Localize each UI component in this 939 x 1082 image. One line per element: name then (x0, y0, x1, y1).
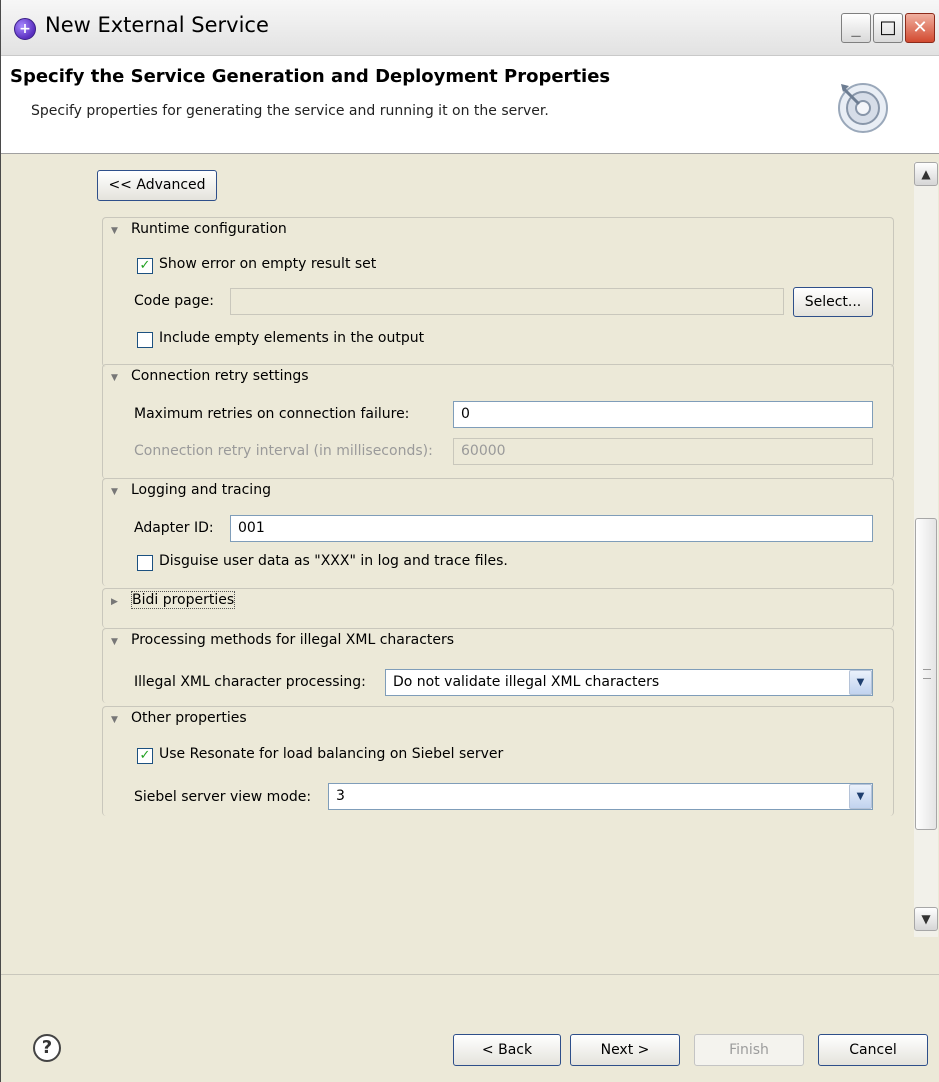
collapse-arrow-icon: ▼ (111, 637, 118, 647)
section-title: Processing methods for illegal XML chara… (131, 632, 455, 648)
section-title: Bidi properties (131, 591, 236, 609)
retry-interval-input[interactable]: 60000 (453, 438, 873, 465)
max-retries-input[interactable]: 0 (453, 401, 873, 428)
adapter-id-label: Adapter ID: (134, 520, 214, 536)
logging-tracing-header[interactable]: ▼ Logging and tracing (111, 482, 271, 498)
chevron-down-icon[interactable]: ▼ (849, 784, 872, 809)
section-title: Logging and tracing (131, 482, 271, 498)
max-retries-label: Maximum retries on connection failure: (134, 406, 410, 422)
minimize-button[interactable]: _ (841, 13, 871, 43)
back-button[interactable]: < Back (453, 1034, 561, 1066)
chevron-down-icon[interactable]: ▼ (849, 670, 872, 695)
include-empty-label: Include empty elements in the output (159, 330, 425, 346)
code-page-select-button[interactable]: Select... (793, 287, 873, 317)
illegal-xml-select-value: Do not validate illegal XML characters (393, 674, 660, 690)
footer-separator (1, 974, 939, 975)
scrollbar-thumb[interactable] (915, 518, 937, 830)
title-bar: + New External Service _ □ ✕ (1, 0, 939, 56)
scroll-down-icon[interactable]: ▼ (914, 907, 938, 931)
include-empty-checkbox[interactable] (137, 332, 153, 348)
advanced-button[interactable]: << Advanced (97, 170, 217, 201)
cancel-button[interactable]: Cancel (818, 1034, 928, 1066)
bidi-properties-header[interactable]: ▶ Bidi properties (111, 591, 236, 609)
view-mode-label: Siebel server view mode: (134, 789, 312, 805)
close-button[interactable]: ✕ (905, 13, 935, 43)
next-button[interactable]: Next > (570, 1034, 680, 1066)
vertical-scrollbar[interactable]: ▲ ▼ (914, 162, 938, 937)
service-gear-icon (838, 83, 888, 133)
illegal-xml-header[interactable]: ▼ Processing methods for illegal XML char… (111, 632, 454, 648)
illegal-xml-select[interactable]: Do not validate illegal XML characters ▼ (385, 669, 873, 696)
page-description: Specify properties for generating the se… (31, 103, 549, 119)
view-mode-select[interactable]: 3 ▼ (328, 783, 873, 810)
wizard-header: Specify the Service Generation and Deplo… (1, 56, 939, 154)
section-title: Runtime configuration (131, 221, 287, 237)
section-title: Connection retry settings (131, 368, 309, 384)
app-icon: + (14, 18, 36, 40)
connection-retry-header[interactable]: ▼ Connection retry settings (111, 368, 309, 384)
adapter-id-input[interactable]: 001 (230, 515, 873, 542)
section-title: Other properties (131, 710, 247, 726)
disguise-data-checkbox[interactable] (137, 555, 153, 571)
wizard-window: + New External Service _ □ ✕ Specify the… (0, 0, 939, 1082)
retry-interval-label: Connection retry interval (in millisecon… (134, 443, 433, 459)
scroll-grip-icon (923, 669, 931, 679)
help-icon[interactable]: ? (33, 1034, 61, 1062)
disguise-data-label: Disguise user data as "XXX" in log and t… (159, 553, 508, 569)
collapse-arrow-icon: ▼ (111, 487, 118, 497)
show-error-checkbox[interactable]: ✓ (137, 258, 153, 274)
bidi-properties-section: ▶ Bidi properties (102, 588, 894, 628)
collapse-arrow-icon: ▼ (111, 373, 118, 383)
collapse-arrow-icon: ▼ (111, 715, 118, 725)
expand-arrow-icon: ▶ (111, 597, 118, 607)
illegal-xml-label: Illegal XML character processing: (134, 674, 366, 690)
show-error-label: Show error on empty result set (159, 256, 377, 272)
resonate-checkbox[interactable]: ✓ (137, 748, 153, 764)
collapse-arrow-icon: ▼ (111, 226, 118, 236)
resonate-label: Use Resonate for load balancing on Siebe… (159, 746, 504, 762)
code-page-input[interactable] (230, 288, 784, 315)
code-page-label: Code page: (134, 293, 214, 309)
other-properties-header[interactable]: ▼ Other properties (111, 710, 247, 726)
view-mode-select-value: 3 (336, 788, 345, 804)
window-title: New External Service (45, 13, 269, 37)
runtime-configuration-header[interactable]: ▼ Runtime configuration (111, 221, 287, 237)
scroll-up-icon[interactable]: ▲ (914, 162, 938, 186)
maximize-button[interactable]: □ (873, 13, 903, 43)
page-title: Specify the Service Generation and Deplo… (10, 66, 611, 87)
finish-button[interactable]: Finish (694, 1034, 804, 1066)
